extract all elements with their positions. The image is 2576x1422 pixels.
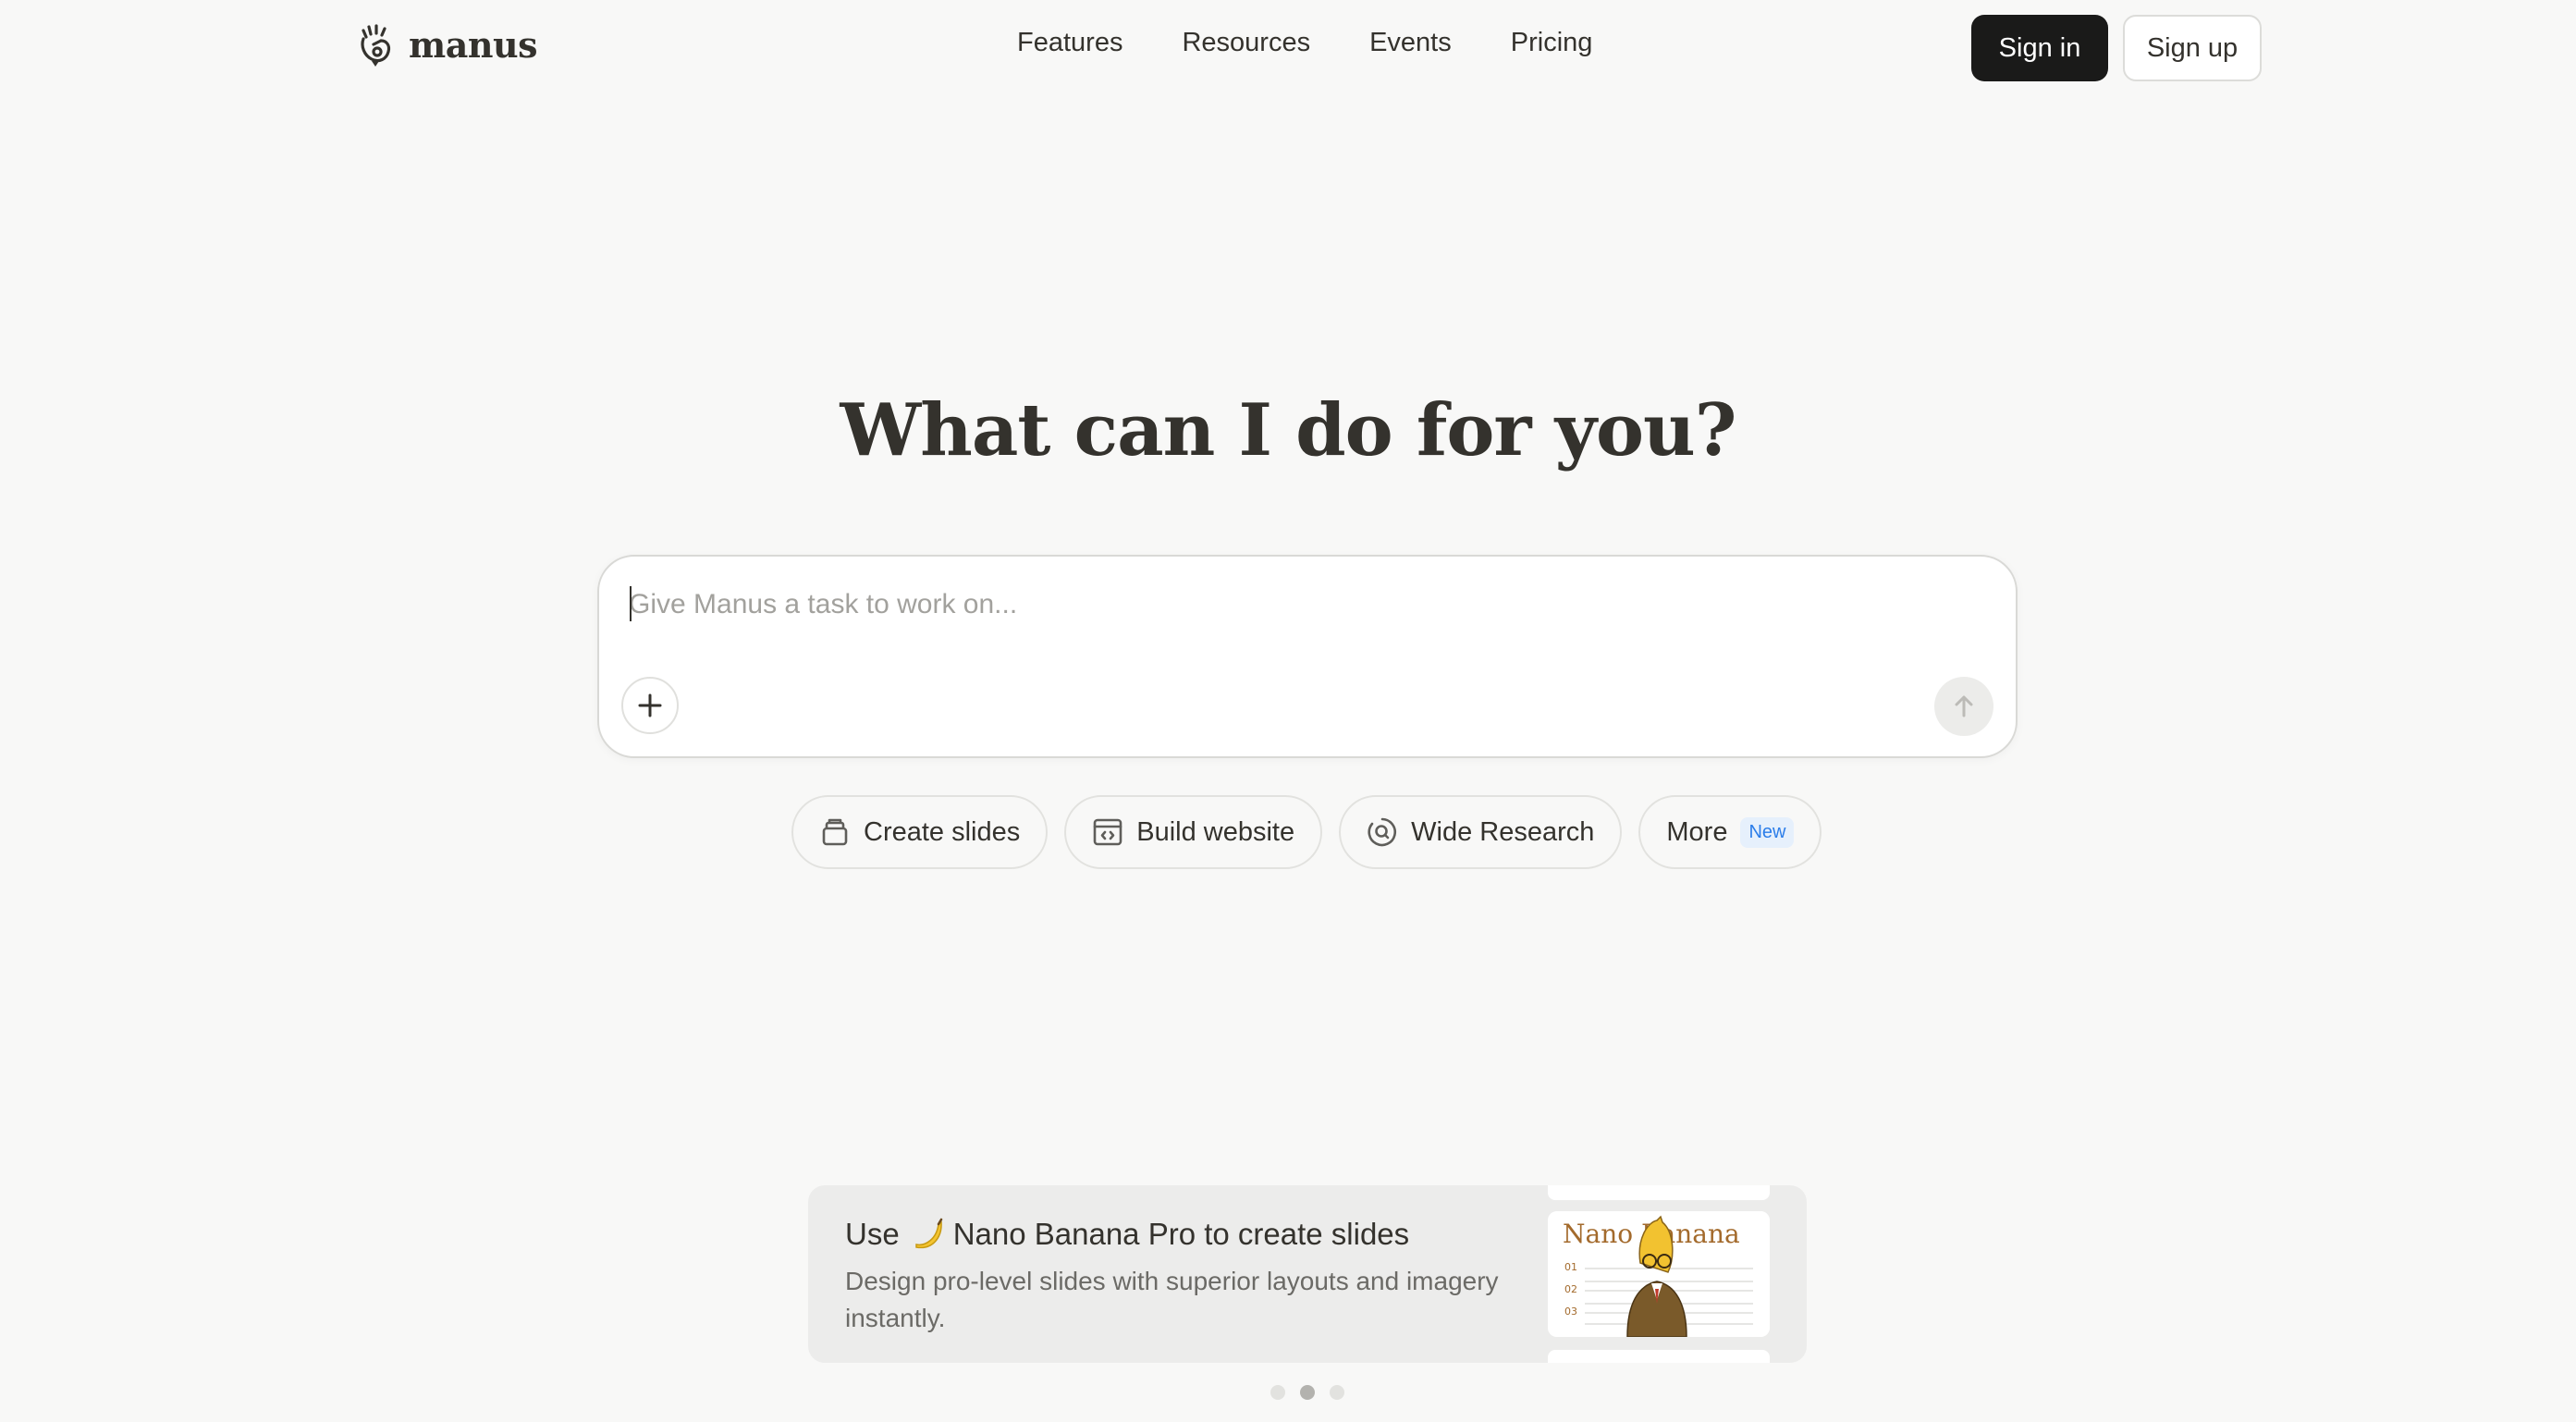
slide-row-number: 01 — [1564, 1261, 1577, 1273]
logo[interactable]: manus — [355, 20, 537, 68]
banana-icon — [914, 1218, 942, 1249]
promo-title-prefix: Use — [845, 1217, 900, 1251]
promo-thumbnail: Nano Banana 01 02 03 — [1548, 1211, 1770, 1337]
promo-title: Use Nano Banana Pro to create slides — [845, 1217, 1409, 1252]
promo-description: Design pro-level slides with superior la… — [845, 1267, 1499, 1332]
pagination-dot-active[interactable] — [1300, 1385, 1315, 1400]
slide-row-number: 03 — [1564, 1306, 1577, 1318]
chip-label: Create slides — [864, 816, 1021, 847]
build-website-chip[interactable]: Build website — [1064, 795, 1323, 869]
code-window-icon — [1093, 818, 1122, 846]
page: manus Features Resources Events Pricing … — [0, 0, 2576, 1422]
more-chip[interactable]: More New — [1638, 795, 1822, 869]
text-caret — [630, 586, 632, 621]
nano-banana-slide-preview: Nano Banana 01 02 03 — [1548, 1211, 1770, 1337]
main-nav: Features Resources Events Pricing — [1017, 28, 1592, 58]
promo-card[interactable]: Use Nano Banana Pro to create slides Des… — [808, 1185, 1807, 1363]
send-button[interactable] — [1934, 677, 1993, 736]
nav-events[interactable]: Events — [1369, 28, 1452, 58]
header: manus Features Resources Events Pricing … — [0, 0, 2576, 96]
brand-name: manus — [409, 23, 537, 66]
chip-label: Wide Research — [1411, 816, 1595, 847]
task-input[interactable] — [629, 584, 1979, 625]
quick-actions: Create slides Build website Wide Researc… — [791, 795, 1822, 869]
create-slides-chip[interactable]: Create slides — [791, 795, 1049, 869]
slide-row-number: 02 — [1564, 1283, 1577, 1295]
wide-research-chip[interactable]: Wide Research — [1339, 795, 1623, 869]
attach-button[interactable] — [621, 677, 679, 734]
pagination-dot[interactable] — [1270, 1385, 1285, 1400]
manus-hand-icon — [361, 24, 391, 67]
plus-icon — [638, 693, 662, 717]
slides-icon — [822, 818, 848, 846]
sign-in-button[interactable]: Sign in — [1971, 15, 2108, 81]
research-icon — [1368, 817, 1397, 847]
promo-title-suffix: Nano Banana Pro to create slides — [952, 1217, 1410, 1251]
chip-label: More — [1666, 816, 1728, 847]
thumbnail-prev — [1548, 1185, 1770, 1200]
thumbnail-next — [1548, 1350, 1770, 1363]
page-title: What can I do for you? — [840, 388, 1737, 472]
nav-pricing[interactable]: Pricing — [1511, 28, 1593, 58]
pagination-dot[interactable] — [1330, 1385, 1344, 1400]
carousel-pagination — [1270, 1385, 1344, 1400]
sign-up-button[interactable]: Sign up — [2123, 15, 2262, 81]
new-badge: New — [1740, 816, 1795, 848]
nav-features[interactable]: Features — [1017, 28, 1122, 58]
chip-label: Build website — [1136, 816, 1295, 847]
nav-resources[interactable]: Resources — [1182, 28, 1310, 58]
task-composer — [597, 555, 2018, 758]
arrow-up-icon — [1955, 695, 1973, 717]
